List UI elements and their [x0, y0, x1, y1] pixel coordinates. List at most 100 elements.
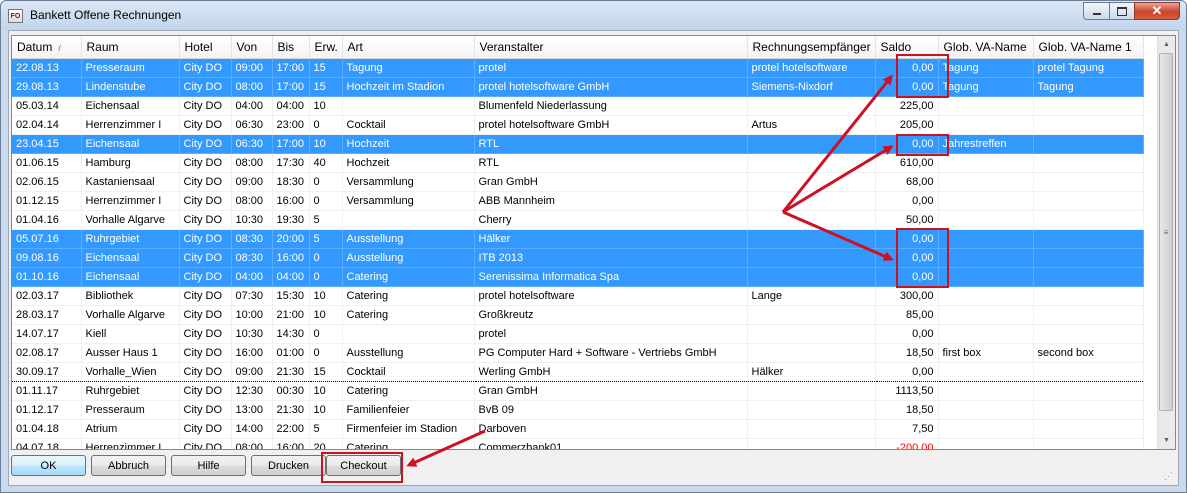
cell-glob2: [1033, 96, 1144, 116]
table-row[interactable]: 02.04.14 Herrenzimmer I City DO 06:30 23:00 0…: [12, 115, 1144, 135]
table-row[interactable]: 29.08.13 Lindenstube City DO 08:00 17:00 15 Ho…: [12, 77, 1144, 97]
table-row[interactable]: 01.11.17 Ruhrgebiet City DO 12:30 00:30 10 Cat…: [12, 381, 1144, 401]
table-row[interactable]: 01.12.15 Herrenzimmer I City DO 08:00 16:00 0…: [12, 191, 1144, 211]
column-header-datum[interactable]: Datum /: [12, 36, 82, 59]
column-header-von[interactable]: Von: [231, 36, 273, 59]
column-header-glob1[interactable]: Glob. VA-Name: [938, 36, 1034, 59]
cell-glob1: [938, 324, 1034, 344]
column-header-erw[interactable]: Erw.: [309, 36, 343, 59]
cell-raum: Ruhrgebiet: [81, 381, 180, 401]
column-header-glob2[interactable]: Glob. VA-Name 1: [1033, 36, 1144, 59]
table-row[interactable]: 02.08.17 Ausser Haus 1 City DO 16:00 01:00 0 A…: [12, 343, 1144, 363]
cell-empf: [747, 400, 876, 420]
cell-datum: 02.08.17: [12, 343, 82, 363]
table-row[interactable]: 22.08.13 Presseraum City DO 09:00 17:00 15 Tag…: [12, 58, 1144, 78]
close-button[interactable]: ✕: [1134, 2, 1180, 20]
table-row[interactable]: 28.03.17 Vorhalle Algarve City DO 10:00 21:0…: [12, 305, 1144, 325]
cell-erw: 10: [309, 134, 343, 154]
checkout-button[interactable]: Checkout: [326, 455, 401, 476]
title-bar[interactable]: FO Bankett Offene Rechnungen ✕: [1, 1, 1186, 30]
cell-glob1: [938, 419, 1034, 439]
cell-raum: Herrenzimmer I: [81, 191, 180, 211]
scrollbar-thumb[interactable]: ≡: [1159, 53, 1173, 411]
column-header-hotel[interactable]: Hotel: [179, 36, 232, 59]
table-row[interactable]: 01.10.16 Eichensaal City DO 04:00 04:00 0 Cate…: [12, 267, 1144, 287]
ok-button[interactable]: OK: [11, 455, 86, 476]
cell-saldo: 205,00: [875, 115, 939, 135]
cell-empf: [747, 153, 876, 173]
table-row[interactable]: 02.03.17 Bibliothek City DO 07:30 15:30 10 Cat…: [12, 286, 1144, 306]
column-header-empf[interactable]: Rechnungsempfänger: [747, 36, 876, 59]
cell-hotel: City DO: [179, 134, 232, 154]
cell-glob1: [938, 381, 1034, 401]
cell-datum: 30.09.17: [12, 362, 82, 382]
cell-datum: 02.03.17: [12, 286, 82, 306]
table-row[interactable]: 23.04.15 Eichensaal City DO 06:30 17:00 10 Hoc…: [12, 134, 1144, 154]
cell-empf: [747, 191, 876, 211]
drucken-button[interactable]: Drucken: [251, 455, 326, 476]
cell-glob1: [938, 115, 1034, 135]
table-row[interactable]: 01.04.18 Atrium City DO 14:00 22:00 5 Firmenfe…: [12, 419, 1144, 439]
table-row[interactable]: 09.08.16 Eichensaal City DO 08:30 16:00 0 Auss…: [12, 248, 1144, 268]
table-row[interactable]: 14.07.17 Kiell City DO 10:30 14:30 0 protel 0,0…: [12, 324, 1144, 344]
cell-erw: 10: [309, 96, 343, 116]
cell-saldo: 0,00: [875, 191, 939, 211]
cell-datum: 14.07.17: [12, 324, 82, 344]
column-header-bis[interactable]: Bis: [272, 36, 310, 59]
table-row[interactable]: 02.06.15 Kastaniensaal City DO 09:00 18:30 0 V…: [12, 172, 1144, 192]
cell-glob1: [938, 229, 1034, 249]
table-row[interactable]: 01.12.17 Presseraum City DO 13:00 21:30 10 Fam…: [12, 400, 1144, 420]
cell-saldo: -200,00: [875, 438, 939, 449]
scroll-down-arrow-icon[interactable]: ▼: [1158, 432, 1175, 449]
cell-empf: [747, 267, 876, 287]
table-row[interactable]: 01.04.16 Vorhalle Algarve City DO 10:30 19:3…: [12, 210, 1144, 230]
cell-datum: 02.06.15: [12, 172, 82, 192]
table-row[interactable]: 01.06.15 Hamburg City DO 08:00 17:30 40 Hochze…: [12, 153, 1144, 173]
cell-raum: Hamburg: [81, 153, 180, 173]
hilfe-button[interactable]: Hilfe: [171, 455, 246, 476]
vertical-scrollbar[interactable]: ▲ ≡ ▼: [1157, 36, 1175, 449]
cell-datum: 01.12.17: [12, 400, 82, 420]
cell-glob2: [1033, 381, 1144, 401]
cell-saldo: 18,50: [875, 400, 939, 420]
cell-datum: 01.10.16: [12, 267, 82, 287]
cell-raum: Kiell: [81, 324, 180, 344]
table-row[interactable]: 05.03.14 Eichensaal City DO 04:00 04:00 10 Blu…: [12, 96, 1144, 116]
table-row[interactable]: 05.07.16 Ruhrgebiet City DO 08:30 20:00 5 Auss…: [12, 229, 1144, 249]
cell-saldo: 18,50: [875, 343, 939, 363]
cell-bis: 00:30: [272, 381, 310, 401]
scroll-up-arrow-icon[interactable]: ▲: [1158, 36, 1175, 53]
cell-bis: 17:00: [272, 77, 310, 97]
column-header-raum[interactable]: Raum: [81, 36, 180, 59]
cell-empf: [747, 248, 876, 268]
cell-bis: 15:30: [272, 286, 310, 306]
cell-hotel: City DO: [179, 400, 232, 420]
cell-saldo: 0,00: [875, 77, 939, 97]
cell-art: Versammlung: [342, 172, 475, 192]
column-header-veranstalter[interactable]: Veranstalter: [474, 36, 748, 59]
cell-raum: Presseraum: [81, 58, 180, 78]
cell-erw: 0: [309, 324, 343, 344]
column-header-saldo[interactable]: Saldo: [875, 36, 939, 59]
cell-datum: 01.12.15: [12, 191, 82, 211]
cell-datum: 02.04.14: [12, 115, 82, 135]
cell-von: 10:30: [231, 210, 273, 230]
cell-erw: 40: [309, 153, 343, 173]
resize-grip-icon[interactable]: ⋰: [1164, 471, 1176, 483]
cell-veranstalter: Serenissima Informatica Spa: [474, 267, 748, 287]
grip-lines-icon: ≡: [1163, 227, 1169, 237]
cell-saldo: 0,00: [875, 267, 939, 287]
abbruch-button[interactable]: Abbruch: [91, 455, 166, 476]
table-row[interactable]: 04.07.18 Herrenzimmer I City DO 08:00 16:00 2…: [12, 438, 1144, 449]
dialog-client-area: Datum / Raum Hotel Von Bis Erw. Art Veranstalter…: [8, 30, 1179, 486]
invoice-grid[interactable]: Datum / Raum Hotel Von Bis Erw. Art Veranstalter…: [11, 35, 1176, 450]
table-row[interactable]: 30.09.17 Vorhalle_Wien City DO 09:00 21:30 15…: [12, 362, 1144, 382]
cell-datum: 09.08.16: [12, 248, 82, 268]
cell-veranstalter: PG Computer Hard + Software - Vertriebs …: [474, 343, 748, 363]
column-header-art[interactable]: Art: [342, 36, 475, 59]
cell-glob1: [938, 305, 1034, 325]
maximize-button[interactable]: [1109, 2, 1134, 20]
minimize-button[interactable]: [1083, 2, 1109, 20]
column-header-label: Erw.: [314, 40, 338, 54]
cell-erw: 0: [309, 248, 343, 268]
